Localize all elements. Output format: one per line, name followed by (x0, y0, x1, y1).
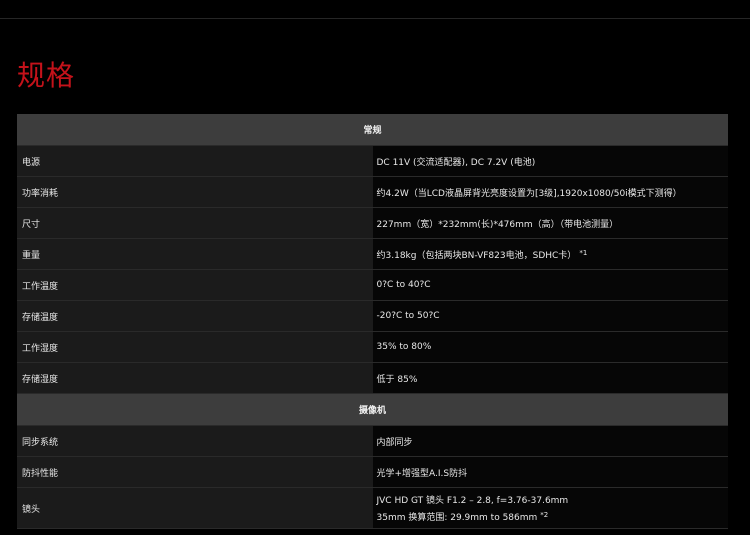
row-label: 重量 (17, 238, 373, 270)
row-value: DC 11V (交流适配器), DC 7.2V (电池) (372, 145, 728, 177)
footnote-marker: *2 (540, 511, 549, 519)
row-value: 227mm（宽）*232mm(长)*476mm（高）（带电池测量） (372, 207, 728, 239)
row-label: 镜头 (17, 487, 373, 529)
section-header-row: 常规 (17, 114, 728, 146)
row-value: 约4.2W（当LCD液晶屏背光亮度设置为[3级],1920x1080/50i模式… (372, 176, 728, 208)
spec-table: 常规 电源 DC 11V (交流适配器), DC 7.2V (电池) 功率消耗 … (17, 114, 728, 529)
section-header-row: 摄像机 (17, 393, 728, 426)
row-label: 同步系统 (17, 425, 373, 457)
row-label: 工作温度 (17, 269, 373, 301)
row-label: 电源 (17, 145, 373, 177)
table-row: 电源 DC 11V (交流适配器), DC 7.2V (电池) (17, 145, 728, 177)
table-row: 工作湿度 35% to 80% (17, 331, 728, 363)
row-value: 低于 85% (372, 362, 728, 394)
row-value-line2-text: 35mm 换算范围: 29.9mm to 586mm (376, 513, 538, 523)
row-value: -20?C to 50?C (372, 300, 728, 332)
page-title: 规格 (17, 59, 76, 92)
row-value-line2: 35mm 换算范围: 29.9mm to 586mm *2 (377, 510, 729, 523)
table-row: 存储温度 -20?C to 50?C (17, 300, 728, 332)
section-header-general: 常规 (17, 114, 728, 146)
row-value: 0?C to 40?C (372, 269, 728, 301)
row-value: 35% to 80% (372, 331, 728, 363)
row-label: 尺寸 (17, 207, 373, 239)
table-row: 重量 约3.18kg（包括两块BN-VF823电池，SDHC卡） *1 (17, 238, 728, 270)
table-row: 尺寸 227mm（宽）*232mm(长)*476mm（高）（带电池测量） (17, 207, 728, 239)
table-row: 功率消耗 约4.2W（当LCD液晶屏背光亮度设置为[3级],1920x1080/… (17, 176, 728, 208)
table-row: 工作温度 0?C to 40?C (17, 269, 728, 301)
row-value-with-note: 约3.18kg（包括两块BN-VF823电池，SDHC卡） *1 (372, 238, 728, 270)
row-value-multiline: JVC HD GT 镜头 F1.2 – 2.8, f=3.76-37.6mm 3… (372, 487, 729, 529)
row-value-line1: JVC HD GT 镜头 F1.2 – 2.8, f=3.76-37.6mm (376, 496, 569, 506)
table-row: 存储湿度 低于 85% (17, 362, 728, 394)
row-value: 内部同步 (372, 425, 728, 457)
section-header-camera: 摄像机 (17, 393, 728, 426)
table-row: 同步系统 内部同步 (17, 425, 728, 457)
table-row: 防抖性能 光学+增强型A.I.S防抖 (17, 456, 728, 488)
table-row: 镜头 JVC HD GT 镜头 F1.2 – 2.8, f=3.76-37.6m… (17, 487, 729, 529)
footnote-marker: *1 (579, 248, 588, 257)
row-value: 光学+增强型A.I.S防抖 (372, 456, 728, 488)
top-divider (0, 18, 750, 19)
row-label: 存储温度 (17, 300, 373, 332)
row-label: 功率消耗 (17, 176, 373, 208)
row-value-text: 约3.18kg（包括两块BN-VF823电池，SDHC卡） (376, 250, 577, 261)
row-label: 防抖性能 (17, 456, 373, 488)
row-label: 工作湿度 (17, 331, 373, 363)
row-label: 存储湿度 (17, 362, 373, 394)
